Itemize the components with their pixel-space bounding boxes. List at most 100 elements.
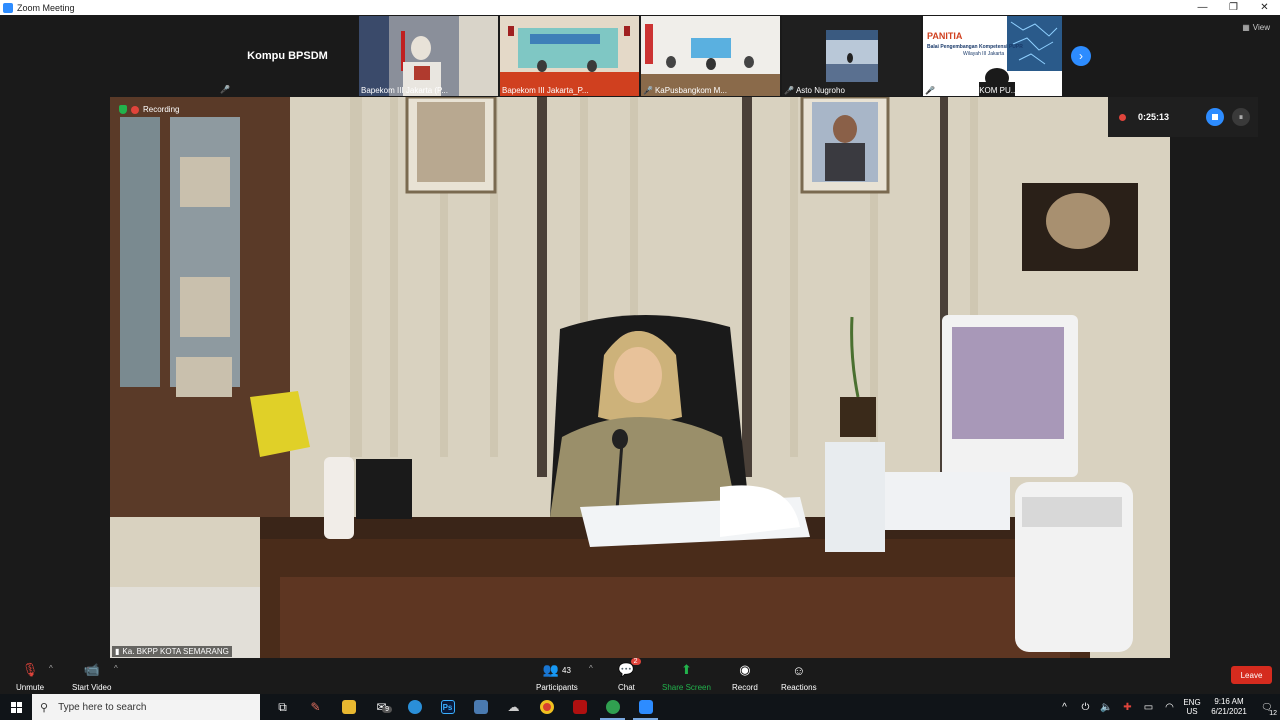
restore-button[interactable]: ❐ — [1218, 0, 1249, 15]
muted-mic-icon: 🎤 — [643, 86, 653, 95]
volume-icon[interactable]: 🔈 — [1096, 702, 1117, 713]
participant-tile[interactable]: Kompu BPSDM 🎤 — [218, 16, 357, 96]
participant-name: Bapekom III Jakarta_P... — [502, 86, 589, 95]
participant-name: 🎤 KaPusbangkom M... — [643, 86, 728, 95]
recording-timer: 0:25:13 — [1138, 112, 1170, 122]
video-options-caret[interactable]: ^ — [114, 664, 118, 673]
chat-icon: 💬 2 — [618, 658, 641, 679]
participant-tile[interactable]: 🎤 KaPusbangkom M... — [641, 16, 780, 96]
chat-badge: 2 — [630, 658, 641, 665]
recording-status: Recording — [143, 105, 180, 114]
chrome-profile-icon[interactable] — [596, 694, 629, 720]
notification-count: 12 — [1269, 709, 1277, 717]
clock[interactable]: 9:16 AM 6/21/2021 — [1204, 697, 1254, 717]
view-button[interactable]: ▦ View — [1242, 23, 1270, 32]
remote-desktop-icon[interactable] — [464, 694, 497, 720]
windows-logo-icon — [10, 701, 22, 713]
leave-button[interactable]: Leave — [1231, 666, 1272, 684]
stop-recording-button[interactable] — [1206, 108, 1224, 126]
active-speaker-video — [110, 97, 1170, 658]
participant-tile[interactable]: PANITIA Balai Pengembangan Kompetensi PU… — [923, 16, 1062, 96]
speaker-name: Ka. BKPP KOTA SEMARANG — [122, 647, 229, 656]
participant-tile[interactable]: Bapekom III Jakarta_P... — [500, 16, 639, 96]
start-video-button[interactable]: 📹 Start Video — [72, 661, 111, 692]
participants-options-caret[interactable]: ^ — [589, 664, 593, 673]
muted-mic-icon: 🎤 — [220, 85, 230, 94]
speaker-name-label: ▮ Ka. BKPP KOTA SEMARANG — [112, 646, 232, 657]
reactions-button[interactable]: ☺ Reactions — [781, 661, 817, 693]
participants-label: Participants — [536, 683, 578, 692]
record-button[interactable]: ◉ Record — [732, 661, 758, 692]
participant-name-large: Kompu BPSDM — [247, 50, 328, 62]
file-explorer-icon[interactable] — [332, 694, 365, 720]
participant-tile[interactable]: Bapekom III Jakarta (P... — [359, 16, 498, 96]
start-video-label: Start Video — [72, 683, 112, 692]
task-view-icon[interactable]: ⧉ — [266, 694, 299, 720]
muted-mic-icon: 🎤 — [784, 86, 794, 95]
share-screen-icon: ⬆ — [681, 662, 692, 677]
notification-center-button[interactable]: 🗨 12 — [1254, 702, 1280, 717]
participant-name: 🎤 Mikc_BAPEKOM PU... — [925, 86, 1018, 95]
wifi-icon[interactable]: ◠ — [1159, 702, 1180, 713]
recording-dot-icon — [1119, 113, 1126, 121]
recording-dot-icon — [131, 105, 139, 114]
signal-bars-icon: ▮ — [115, 647, 120, 656]
edge-browser-icon[interactable] — [398, 694, 431, 720]
window-title: Zoom Meeting — [17, 2, 75, 13]
audio-options-caret[interactable]: ^ — [49, 664, 53, 673]
participant-name: 🎤 Asto Nugroho — [784, 86, 845, 95]
record-label: Record — [732, 683, 758, 692]
reactions-label: Reactions — [781, 683, 817, 692]
display-icon[interactable]: ▭ — [1138, 702, 1159, 713]
gallery-strip: Kompu BPSDM 🎤 Bapekom III Jakarta (P... — [218, 16, 1062, 96]
video-off-icon: 📹 — [83, 662, 100, 677]
photoshop-icon[interactable]: Ps — [431, 694, 464, 720]
show-hidden-icons-icon[interactable]: ^ — [1054, 702, 1075, 713]
share-screen-button[interactable]: ⬆ Share Screen — [662, 661, 711, 692]
taskbar-search[interactable]: ⚲ Type here to search — [32, 694, 260, 720]
power-icon[interactable]: ⏻ — [1075, 702, 1096, 713]
chat-button[interactable]: 💬 2 Chat — [618, 658, 641, 692]
mail-icon[interactable]: ✉9 — [365, 694, 398, 720]
zoom-taskbar-icon[interactable] — [629, 694, 662, 720]
title-bar: Zoom Meeting — ❐ ✕ — [0, 0, 1280, 15]
cloud-app-icon[interactable]: ☁ — [497, 694, 530, 720]
pause-recording-button[interactable]: ⏸ — [1232, 108, 1250, 126]
meeting-area: Kompu BPSDM 🎤 Bapekom III Jakarta (P... — [0, 15, 1280, 658]
windows-taskbar: ⚲ Type here to search ⧉ ✎ ✉9 Ps ☁ ^ ⏻ 🔈 … — [0, 694, 1280, 720]
participants-button[interactable]: 👥 43 Participants — [536, 661, 578, 692]
language-code: ENG — [1183, 698, 1201, 707]
acrobat-icon[interactable] — [563, 694, 596, 720]
participant-video — [641, 16, 780, 96]
clock-time: 9:16 AM — [1214, 697, 1244, 706]
slide-subtitle: Balai Pengembangan Kompetensi PUPR — [927, 44, 1023, 50]
speaker-video-feed — [110, 97, 1170, 658]
pen-app-icon[interactable]: ✎ — [299, 694, 332, 720]
start-button[interactable] — [0, 694, 32, 720]
region-code: US — [1186, 707, 1198, 716]
network-icon[interactable]: ✚ — [1117, 702, 1138, 713]
shield-icon — [119, 105, 127, 114]
unmute-button[interactable]: 🎙 Unmute — [16, 661, 44, 692]
reactions-icon: ☺ — [792, 662, 806, 678]
participant-count: 43 — [562, 665, 571, 675]
close-button[interactable]: ✕ — [1249, 0, 1280, 15]
next-page-button[interactable]: › — [1071, 46, 1091, 66]
muted-mic-icon: 🎙 — [21, 662, 39, 677]
unmute-label: Unmute — [16, 683, 45, 692]
chevron-right-icon: › — [1079, 49, 1083, 63]
language-indicator[interactable]: ENG US — [1180, 698, 1204, 716]
minimize-button[interactable]: — — [1187, 0, 1218, 15]
participant-tile[interactable]: 🎤 Asto Nugroho — [782, 16, 921, 96]
zoom-app-icon — [3, 2, 13, 13]
recording-panel: 0:25:13 ⏸ — [1108, 97, 1258, 137]
system-tray: ^ ⏻ 🔈 ✚ ▭ ◠ ENG US 9:16 AM 6/21/2021 🗨 1… — [1054, 694, 1280, 720]
slide-subtitle-2: Wilayah III Jakarta — [963, 51, 1005, 57]
clock-date: 6/21/2021 — [1211, 707, 1247, 716]
participant-name: Bapekom III Jakarta (P... — [361, 86, 449, 95]
chrome-icon[interactable] — [530, 694, 563, 720]
recording-indicator: Recording — [119, 105, 179, 114]
mail-badge: 9 — [382, 706, 392, 713]
stop-icon — [1212, 114, 1218, 120]
search-icon: ⚲ — [40, 701, 49, 714]
